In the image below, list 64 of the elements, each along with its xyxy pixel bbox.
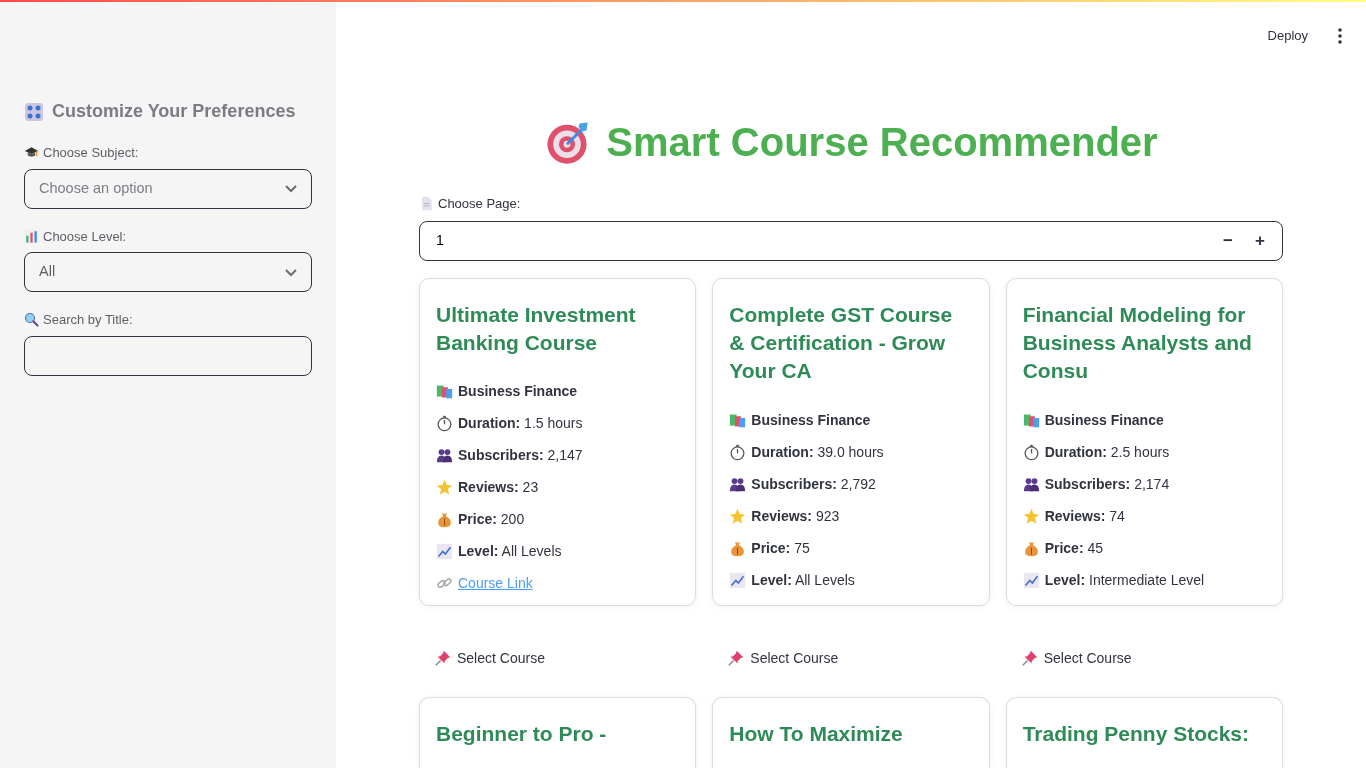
select-course-button[interactable]: Select Course — [435, 647, 545, 669]
course-detail: Price: 200 — [458, 510, 525, 530]
number-input[interactable]: 1 − + — [419, 220, 1283, 261]
select-field[interactable]: All — [24, 252, 312, 292]
course-detail: Price: 45 — [1044, 538, 1104, 558]
course-detail: Duration: 2.5 hours — [1044, 442, 1170, 462]
line-chart-icon — [1022, 571, 1040, 589]
line-chart-icon — [436, 543, 453, 561]
line-chart-icon — [729, 571, 747, 589]
course-title: Financial Modeling for Business Analysts and Consu — [1022, 301, 1253, 385]
field-label: Choose Level: — [43, 227, 127, 246]
field-label: Search by Title: — [43, 311, 133, 329]
money-bag-icon — [436, 511, 453, 529]
course-detail: Level: All Levels — [751, 570, 855, 590]
course-category: Business Finance — [458, 382, 578, 402]
people-icon — [729, 475, 747, 493]
controls-icon — [24, 101, 44, 122]
select-field[interactable]: Choose an option — [24, 168, 312, 209]
field-label: Choose Page: — [438, 195, 521, 213]
people-icon — [1022, 475, 1040, 493]
deploy-button[interactable]: Deploy — [1261, 25, 1314, 47]
people-icon — [436, 447, 453, 465]
course-detail: Level: All Levels — [458, 542, 562, 562]
course-title: Beginner to Pro - — [436, 720, 608, 747]
stopwatch-icon — [729, 443, 747, 461]
course-detail: Subscribers: 2,792 — [751, 474, 876, 494]
course-detail: Duration: 1.5 hours — [458, 414, 583, 434]
course-detail: Duration: 39.0 hours — [751, 442, 884, 462]
course-category: Business Finance — [1044, 410, 1164, 430]
course-title: Complete GST Course & Certification - Grow Your CA — [729, 301, 954, 385]
stopwatch-icon — [436, 415, 453, 433]
course-title: Trading Penny Stocks: — [1022, 720, 1251, 747]
chevron-down-icon — [285, 268, 297, 276]
star-icon — [1022, 507, 1040, 525]
course-detail: Level: Intermediate Level — [1044, 570, 1205, 590]
document-icon — [419, 196, 434, 212]
course-detail: Reviews: 923 — [751, 506, 840, 526]
sidebar-title: Customize Your Preferences — [52, 100, 296, 123]
course-detail: Price: 75 — [751, 538, 810, 558]
decrement-button[interactable]: − — [1212, 226, 1244, 255]
course-detail: Subscribers: 2,174 — [1044, 474, 1170, 494]
select-course-button[interactable]: Select Course — [728, 647, 839, 669]
course-detail: Subscribers: 2,147 — [458, 446, 583, 466]
course-title: Ultimate Investment Banking Course — [436, 301, 637, 356]
pin-icon[interactable] — [728, 650, 745, 666]
app-title: Smart Course Recommender — [606, 119, 1158, 166]
pin-icon[interactable] — [435, 650, 451, 666]
target-icon — [544, 119, 591, 165]
course-title: How To Maximize — [729, 720, 904, 747]
course-detail: Reviews: 74 — [1044, 506, 1125, 526]
search-field[interactable] — [24, 335, 312, 376]
pin-icon[interactable] — [1021, 650, 1038, 666]
increment-button[interactable]: + — [1244, 226, 1276, 255]
course-detail: Reviews: 23 — [458, 478, 539, 498]
stopwatch-icon — [1022, 443, 1040, 461]
star-icon — [729, 507, 747, 525]
field-label: Choose Subject: — [43, 144, 139, 162]
course-category: Business Finance — [751, 410, 871, 430]
select-course-button[interactable]: Select Course — [1021, 647, 1132, 669]
chevron-down-icon — [285, 185, 297, 192]
bar-chart-icon — [24, 228, 39, 244]
books-icon — [436, 383, 453, 401]
star-icon — [436, 479, 453, 497]
search-icon — [24, 312, 39, 328]
